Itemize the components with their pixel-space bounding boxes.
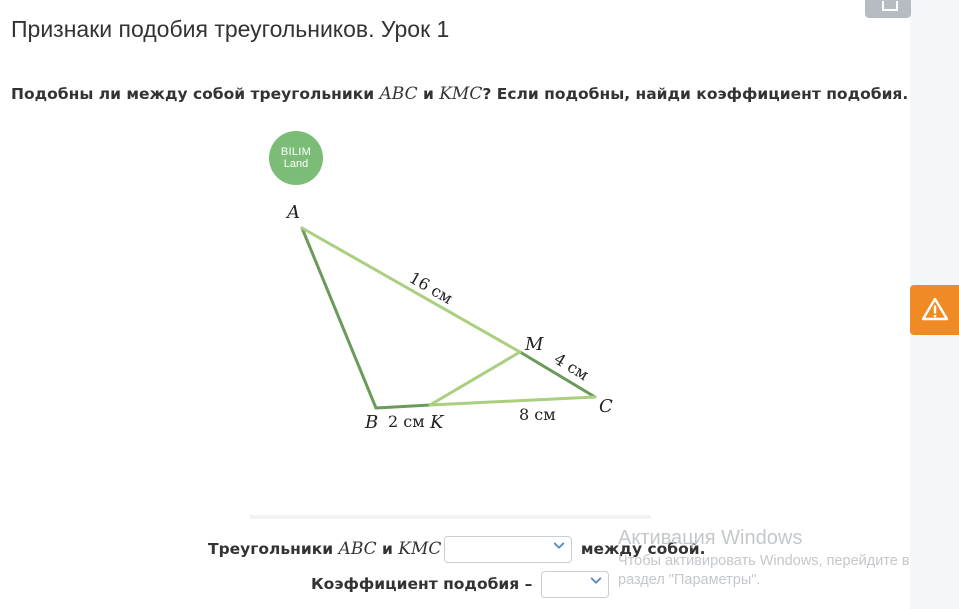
section-divider [250, 515, 651, 519]
coefficient-select[interactable] [540, 571, 609, 598]
segment-km [428, 350, 522, 407]
chevron-down-icon [554, 542, 565, 549]
segment-am [300, 226, 522, 354]
answer-triangle-abc: ABC [338, 539, 377, 559]
vertex-m-label: M [524, 334, 544, 355]
vertex-b-label: B [364, 412, 378, 433]
segment-kc-length: 8 см [519, 405, 556, 424]
windows-activation-subtitle: Чтобы активировать Windows, перейдите в … [618, 553, 910, 588]
segment-bk-length: 2 см [388, 412, 425, 431]
vertex-a-label: A [285, 202, 300, 223]
answer-row-coefficient: Коэффициент подобия – [311, 571, 612, 598]
answer-row1-and: и [376, 540, 399, 558]
chevron-down-icon [590, 577, 602, 584]
coefficient-label: Коэффициент подобия – [311, 575, 538, 593]
answer-row1-prefix: Треугольники [208, 540, 339, 558]
vertex-c-label: C [599, 396, 613, 417]
answer-triangle-kmc: KMC [398, 539, 442, 559]
segment-ab [300, 226, 378, 410]
vertex-k-label: K [429, 412, 445, 433]
windows-activation-title: Активация Windows [618, 527, 803, 549]
segment-kc [428, 395, 597, 407]
segment-mc-length: 4 см [551, 349, 592, 384]
segment-bk [374, 403, 432, 410]
similarity-select[interactable] [444, 536, 573, 563]
